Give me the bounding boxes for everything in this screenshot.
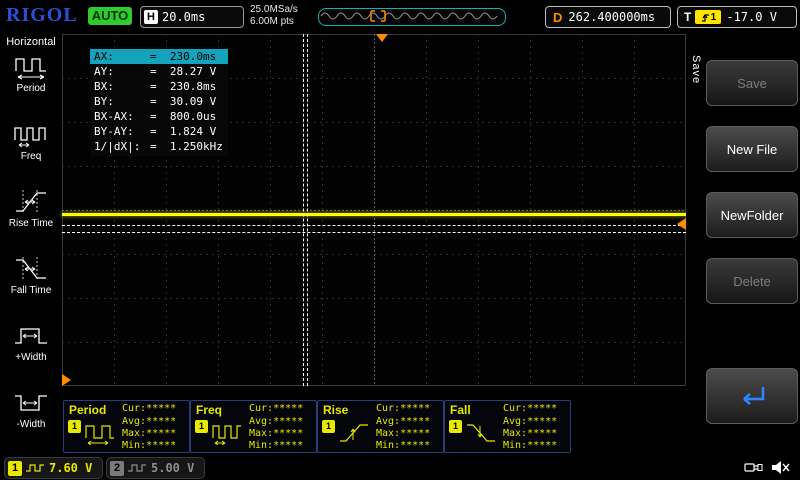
return-arrow-icon	[732, 383, 772, 409]
h-label: H	[144, 10, 158, 24]
trigger-readout-box: T 1 -17.0 V	[677, 6, 797, 28]
sidebar-item-pwidth[interactable]: +Width	[0, 322, 62, 384]
trigger-source-badge: 1	[695, 10, 721, 24]
trigger-level-marker[interactable]	[677, 218, 686, 230]
measurement-box-rise: Rise 1 Cur:***** Avg:***** Max:***** Min…	[317, 400, 444, 453]
cursor-ay-line[interactable]	[62, 225, 686, 226]
freq-icon	[13, 121, 49, 149]
speaker-muted-icon	[770, 459, 792, 476]
ch1-trace	[62, 213, 686, 216]
cursor-row-bx: BX:= 230.8ms	[90, 79, 228, 94]
cursor-row-byay: BY-AY:= 1.824 V	[90, 124, 228, 139]
left-menu-title: Horizontal	[0, 36, 62, 48]
trigger-slope-icon	[701, 12, 711, 23]
usb-icon	[744, 460, 764, 475]
ch1-scale: 7.60 V	[49, 461, 92, 475]
cursor-bx-line[interactable]	[307, 34, 308, 386]
cursor-row-bxax: BX-AX:= 800.0us	[90, 109, 228, 124]
new-folder-button[interactable]: NewFolder	[706, 192, 798, 238]
sidebar-item-fall-time[interactable]: Fall Time	[0, 255, 62, 317]
delay-reference-marker	[62, 374, 71, 386]
new-file-button[interactable]: New File	[706, 126, 798, 172]
period-icon	[13, 53, 49, 81]
fall-meas-icon	[465, 421, 497, 445]
ch1-status[interactable]: 1 7.60 V	[4, 457, 103, 479]
waveform-position-preview[interactable]	[318, 8, 506, 26]
back-button[interactable]	[706, 368, 798, 424]
ch2-badge: 2	[110, 461, 124, 476]
rigol-logo: RIGOL	[6, 4, 78, 27]
delay-readout-box: D 262.400000ms	[545, 6, 671, 28]
measurement-box-freq: Freq 1 Cur:***** Avg:***** Max:***** Min…	[190, 400, 317, 453]
left-function-menu: Horizontal Period Freq Rise Time	[0, 33, 62, 455]
graticule: AX:= 230.0ms AY:= 28.27 V BX:= 230.8ms B…	[62, 34, 686, 386]
horizontal-timebase-box: H 20.0ms	[140, 6, 244, 28]
run-status-badge: AUTO	[88, 7, 132, 25]
channel-badge: 1	[449, 420, 462, 433]
channel-badge: 1	[68, 420, 81, 433]
t-label: T	[684, 10, 691, 24]
measurement-box-fall: Fall 1 Cur:***** Avg:***** Max:***** Min…	[444, 400, 571, 453]
minus-width-icon	[13, 389, 49, 417]
delete-button[interactable]: Delete	[706, 258, 798, 304]
delay-value: 262.400000ms	[568, 10, 655, 24]
sample-rate: 25.0MSa/s	[250, 4, 298, 16]
rise-time-icon	[13, 188, 49, 216]
cursor-row-ax: AX:= 230.0ms	[90, 49, 228, 64]
sidebar-item-rise-time[interactable]: Rise Time	[0, 188, 62, 250]
cursor-row-inv-dx: 1/|dX|:= 1.250kHz	[90, 139, 228, 154]
timebase-value: 20.0ms	[162, 10, 205, 24]
rise-meas-icon	[338, 421, 370, 445]
trigger-position-marker[interactable]	[376, 34, 388, 42]
save-button[interactable]: Save	[706, 60, 798, 106]
ch2-coupling-icon	[127, 462, 147, 474]
sidebar-item-freq[interactable]: Freq	[0, 121, 62, 183]
acquisition-info: 25.0MSa/s 6.00M pts	[250, 4, 298, 28]
fall-time-icon	[13, 255, 49, 283]
sidebar-item-nwidth[interactable]: -Width	[0, 389, 62, 451]
softkey-menu: Save Save New File NewFolder Delete	[686, 33, 800, 455]
trigger-level: -17.0 V	[726, 10, 777, 24]
top-status-bar: RIGOL AUTO H 20.0ms 25.0MSa/s 6.00M pts …	[0, 0, 800, 33]
channel-badge: 1	[195, 420, 208, 433]
memory-depth: 6.00M pts	[250, 16, 298, 28]
cursor-readout-panel: AX:= 230.0ms AY:= 28.27 V BX:= 230.8ms B…	[90, 47, 228, 156]
d-label: D	[553, 10, 562, 25]
sidebar-item-period[interactable]: Period	[0, 53, 62, 115]
cursor-row-by: BY:= 30.09 V	[90, 94, 228, 109]
freq-meas-icon	[211, 421, 243, 445]
ch1-coupling-icon	[25, 462, 45, 474]
ch2-status[interactable]: 2 5.00 V	[106, 457, 205, 479]
plus-width-icon	[13, 322, 49, 350]
channel-badge: 1	[322, 420, 335, 433]
menu-tab-label: Save	[688, 41, 702, 99]
cursor-by-line[interactable]	[62, 232, 686, 233]
cursor-ax-line[interactable]	[303, 34, 304, 386]
period-meas-icon	[84, 421, 116, 445]
ch1-badge: 1	[8, 461, 22, 476]
channel-status-bar: 1 7.60 V 2 5.00 V	[0, 455, 800, 480]
measurement-box-period: Period 1 Cur:***** Avg:***** Max:***** M…	[63, 400, 190, 453]
oscilloscope-screen: RIGOL AUTO H 20.0ms 25.0MSa/s 6.00M pts …	[0, 0, 800, 480]
cursor-row-ay: AY:= 28.27 V	[90, 64, 228, 79]
ch2-scale: 5.00 V	[151, 461, 194, 475]
preview-waveform-icon	[319, 9, 503, 23]
